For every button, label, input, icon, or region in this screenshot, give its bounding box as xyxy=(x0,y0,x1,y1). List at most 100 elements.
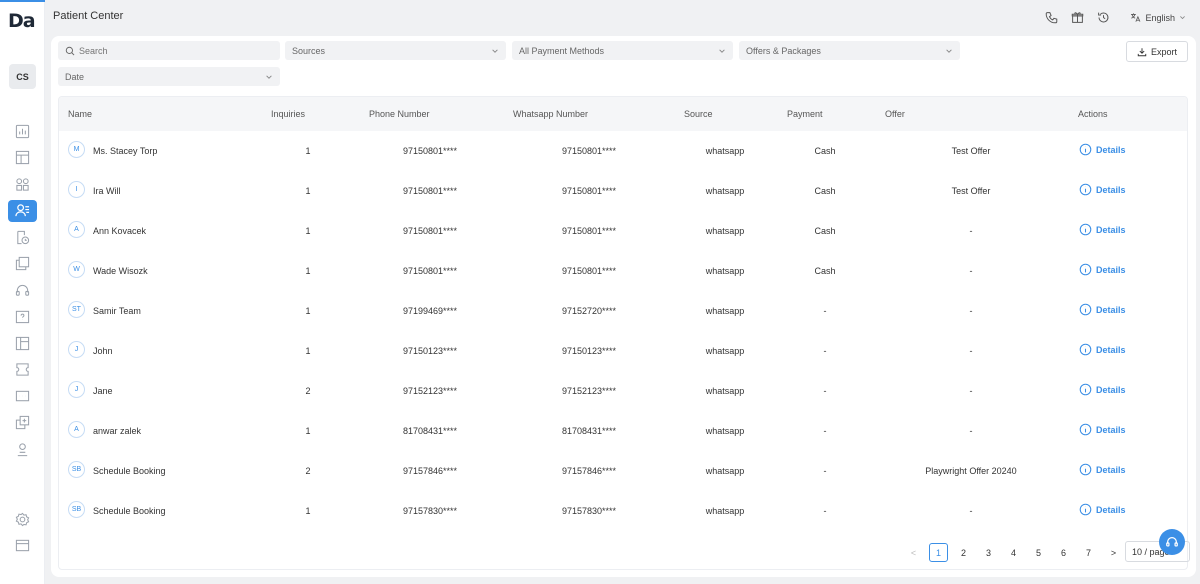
sidebar-item-messages[interactable] xyxy=(0,383,45,410)
search-input[interactable] xyxy=(79,45,259,56)
gear-icon xyxy=(15,512,30,527)
details-link[interactable]: Details xyxy=(1079,463,1126,476)
chevron-down-icon xyxy=(719,48,725,53)
cell-name: John xyxy=(93,346,113,356)
table-row[interactable]: SB Schedule Booking 1 97157830**** 97157830*… xyxy=(59,491,1187,531)
details-link[interactable]: Details xyxy=(1079,263,1126,276)
page-button-3[interactable]: 3 xyxy=(976,543,1001,562)
table-row[interactable]: I Ira Will 1 97150801**** 97150801**** whatsa… xyxy=(59,171,1187,211)
page-button-7[interactable]: 7 xyxy=(1076,543,1101,562)
date-select[interactable]: Date xyxy=(58,67,280,86)
table-header: Name Inquiries Phone Number Whatsapp Num… xyxy=(59,97,1187,131)
sidebar-item-apps[interactable] xyxy=(0,171,45,198)
details-link[interactable]: Details xyxy=(1079,383,1126,396)
details-label: Details xyxy=(1096,144,1126,155)
cell-whatsapp: 97157830**** xyxy=(561,506,617,516)
details-link[interactable]: Details xyxy=(1079,143,1126,156)
table-row[interactable]: ST Samir Team 1 97199469**** 97152720**** wha… xyxy=(59,291,1187,331)
details-link[interactable]: Details xyxy=(1079,343,1126,356)
cell-phone: 97150801**** xyxy=(402,266,458,276)
sidebar-item-staff[interactable] xyxy=(0,436,45,463)
prev-page-button[interactable]: < xyxy=(901,543,926,562)
sidebar-item-billing[interactable] xyxy=(0,533,45,560)
details-link[interactable]: Details xyxy=(1079,223,1126,236)
sidebar-item-help[interactable] xyxy=(0,304,45,331)
info-icon xyxy=(1079,503,1092,516)
user-avatar[interactable]: CS xyxy=(9,64,36,89)
sidebar-item-settings[interactable] xyxy=(0,506,45,533)
sidebar-item-panels[interactable] xyxy=(0,330,45,357)
sidebar-item-copy[interactable] xyxy=(0,251,45,278)
cell-inquiries: 1 xyxy=(305,146,311,156)
column-header: Name xyxy=(68,109,93,119)
info-icon xyxy=(1079,383,1092,396)
phone-icon[interactable] xyxy=(1045,11,1058,24)
bar-chart-icon xyxy=(15,124,30,138)
search-box[interactable] xyxy=(58,41,280,60)
cell-phone: 97150801**** xyxy=(402,146,458,156)
next-page-button[interactable]: > xyxy=(1101,543,1126,562)
sidebar-item-support[interactable] xyxy=(0,277,45,304)
details-link[interactable]: Details xyxy=(1079,183,1126,196)
cell-phone: 97150123**** xyxy=(402,346,458,356)
page-button-6[interactable]: 6 xyxy=(1051,543,1076,562)
gift-icon[interactable] xyxy=(1071,11,1084,24)
grid-icon xyxy=(16,178,29,191)
details-link[interactable]: Details xyxy=(1079,303,1126,316)
language-label: English xyxy=(1145,12,1175,23)
page-button-2[interactable]: 2 xyxy=(951,543,976,562)
table-row[interactable]: SB Schedule Booking 2 97157846**** 97157846*… xyxy=(59,451,1187,491)
details-link[interactable]: Details xyxy=(1079,503,1126,516)
payment-select[interactable]: All Payment Methods xyxy=(512,41,733,60)
sidebar-item-layout[interactable] xyxy=(0,145,45,172)
avatar: W xyxy=(68,261,85,278)
details-label: Details xyxy=(1096,224,1126,235)
cell-offer: Test Offer xyxy=(951,186,991,196)
cell-inquiries: 1 xyxy=(305,346,311,356)
panel-icon xyxy=(15,336,30,350)
details-label: Details xyxy=(1096,504,1126,515)
cell-inquiries: 1 xyxy=(305,506,311,516)
offers-select[interactable]: Offers & Packages xyxy=(739,41,960,60)
page-title: Patient Center xyxy=(53,10,124,22)
sidebar-top-accent xyxy=(0,0,45,2)
page-button-1[interactable]: 1 xyxy=(929,543,948,562)
app-logo[interactable]: Da xyxy=(8,10,36,32)
chevron-down-icon xyxy=(492,48,498,53)
sidebar-item-duplicate[interactable] xyxy=(0,410,45,437)
cell-payment: Cash xyxy=(814,146,836,156)
sidebar-bottom xyxy=(0,506,45,559)
cell-name: Schedule Booking xyxy=(93,506,166,516)
table-row[interactable]: A Ann Kovacek 1 97150801**** 97150801**** wha… xyxy=(59,211,1187,251)
details-label: Details xyxy=(1096,464,1126,475)
sidebar-item-dashboard[interactable] xyxy=(0,118,45,145)
page-button-5[interactable]: 5 xyxy=(1026,543,1051,562)
table-row[interactable]: J Jane 2 97152123**** 97152123**** whatsapp - -… xyxy=(59,371,1187,411)
translate-icon xyxy=(1131,13,1141,22)
details-link[interactable]: Details xyxy=(1079,423,1126,436)
sidebar-item-patients[interactable] xyxy=(0,198,45,225)
export-button[interactable]: Export xyxy=(1126,41,1188,62)
sidebar-item-appointments[interactable] xyxy=(0,224,45,251)
cell-whatsapp: 97150801**** xyxy=(561,146,617,156)
cell-name: Ms. Stacey Torp xyxy=(93,146,158,156)
search-icon xyxy=(65,46,75,55)
cell-phone: 97157846**** xyxy=(402,466,458,476)
sidebar-item-tickets[interactable] xyxy=(0,357,45,384)
cell-inquiries: 1 xyxy=(305,226,311,236)
page-button-4[interactable]: 4 xyxy=(1001,543,1026,562)
details-label: Details xyxy=(1096,424,1126,435)
chat-icon xyxy=(15,390,30,401)
sources-select[interactable]: Sources xyxy=(285,41,506,60)
table-row[interactable]: M Ms. Stacey Torp 1 97150801**** 97150801***… xyxy=(59,131,1187,171)
cell-offer: - xyxy=(969,226,973,236)
history-icon[interactable] xyxy=(1097,11,1110,24)
question-folder-icon xyxy=(15,311,30,324)
table-row[interactable]: J John 1 97150123**** 97150123**** whatsapp - -… xyxy=(59,331,1187,371)
info-icon xyxy=(1079,223,1092,236)
table-row[interactable]: Aanwar zalek 1 81708431**** 81708431**** wha… xyxy=(59,411,1187,451)
support-chat-button[interactable] xyxy=(1159,529,1185,555)
table-row[interactable]: W Wade Wisozk 1 97150801**** 97150801**** wha… xyxy=(59,251,1187,291)
cell-payment: - xyxy=(823,386,827,396)
language-selector[interactable]: English xyxy=(1130,12,1186,23)
